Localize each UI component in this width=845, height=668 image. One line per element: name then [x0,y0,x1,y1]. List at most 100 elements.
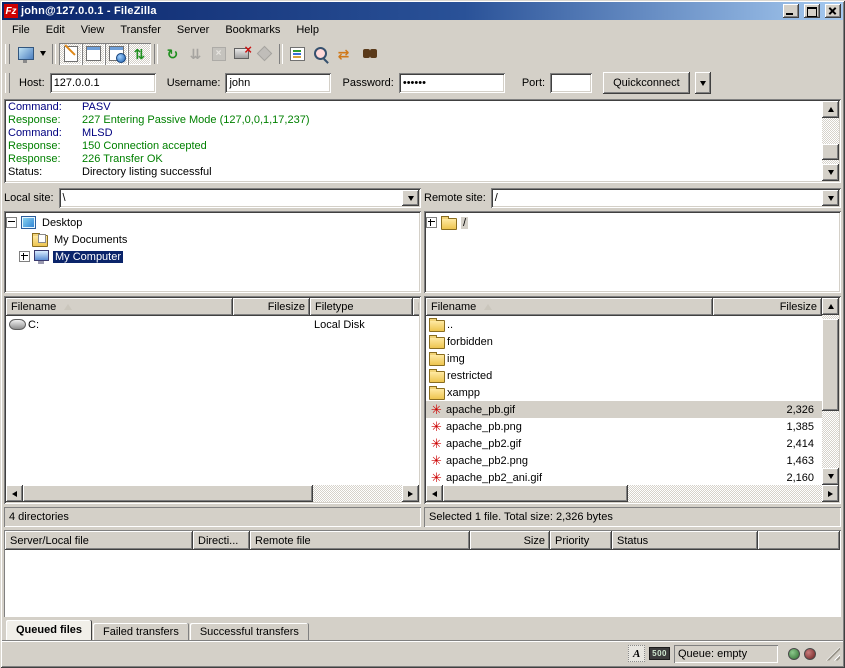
column-server-local-file[interactable]: Server/Local file [5,531,193,550]
tab-failed-transfers[interactable]: Failed transfers [93,623,189,640]
menu-file[interactable]: File [4,22,38,38]
menu-view[interactable]: View [73,22,113,38]
scroll-left-button[interactable] [426,485,443,502]
column-status[interactable]: Status [612,531,758,550]
expand-icon[interactable] [426,217,437,228]
maximize-button[interactable] [804,4,820,18]
scroll-right-button[interactable] [402,485,419,502]
scrollbar-thumb[interactable] [23,485,313,502]
column-filename[interactable]: Filename [6,298,233,316]
quickconnect-button[interactable]: Quickconnect [603,72,690,94]
disconnect-button[interactable]: × [230,43,253,65]
remote-site-combobox[interactable]: / [491,188,841,208]
local-horizontal-scrollbar[interactable] [6,485,419,502]
remote-file-row-selected[interactable]: ✳apache_pb.gif2,326 [426,401,822,418]
tree-item-desktop[interactable]: Desktop [6,214,419,231]
minimize-button[interactable] [783,4,799,18]
remote-file-row[interactable]: ✳apache_pb.png1,385 [426,418,822,435]
quickconnect-dropdown[interactable] [695,72,711,94]
scrollbar-thumb[interactable] [443,485,628,502]
menu-help[interactable]: Help [288,22,327,38]
username-input[interactable] [225,73,331,93]
process-queue-button[interactable]: ⇊ [184,43,207,65]
scrollbar-track[interactable] [822,315,839,468]
speed-limit-icon[interactable]: 500 [649,647,670,660]
column-size[interactable]: Size [470,531,550,550]
menu-bookmarks[interactable]: Bookmarks [217,22,288,38]
remote-file-row[interactable]: xampp [426,384,822,401]
scroll-left-button[interactable] [6,485,23,502]
host-input[interactable] [50,73,156,93]
remote-file-row[interactable]: forbidden [426,333,822,350]
collapse-icon[interactable] [6,217,17,228]
scroll-down-button[interactable] [822,468,839,485]
scrollbar-track[interactable] [822,118,839,164]
refresh-button[interactable]: ↻ [161,43,184,65]
scroll-right-button[interactable] [822,485,839,502]
resize-grip[interactable] [826,647,840,661]
column-last-modified[interactable]: L [413,298,419,316]
reconnect-button[interactable] [253,43,276,65]
remote-vertical-scrollbar[interactable] [822,298,839,485]
local-file-row[interactable]: C: Local Disk [6,316,419,333]
chevron-down-icon [408,196,414,201]
scroll-up-button[interactable] [822,298,839,315]
directory-comparison-button[interactable] [309,43,332,65]
tree-item-my-documents[interactable]: My Documents [6,231,419,248]
menu-server[interactable]: Server [169,22,217,38]
site-manager-button[interactable] [14,43,37,65]
remote-file-row[interactable]: img [426,350,822,367]
toolbar-grip[interactable] [5,44,10,64]
remote-file-list: Filename Filesize .. forbidden img restr… [424,296,841,504]
scroll-down-button[interactable] [822,164,839,181]
data-type-indicator-icon[interactable]: A [628,645,645,662]
site-manager-dropdown[interactable] [37,43,49,65]
toggle-queue-button[interactable]: ⇄ [128,43,151,65]
column-filesize[interactable]: Filesize [713,298,822,316]
scroll-up-button[interactable] [822,101,839,118]
close-button[interactable] [825,4,841,18]
column-remote-file[interactable]: Remote file [250,531,470,550]
remote-horizontal-scrollbar[interactable] [426,485,839,502]
local-site-dropdown[interactable] [402,190,419,206]
toggle-message-log-button[interactable] [59,43,82,65]
column-filesize[interactable]: Filesize [233,298,310,316]
remote-file-row[interactable]: ✳apache_pb2.gif2,414 [426,435,822,452]
find-files-button[interactable] [355,43,378,65]
scrollbar-track[interactable] [313,485,402,502]
remote-site-dropdown[interactable] [822,190,839,206]
tree-item-root[interactable]: / [426,214,839,231]
status-bar: A 500 Queue: empty [2,640,843,666]
queue-list-empty[interactable] [5,550,840,616]
scrollbar-track[interactable] [628,485,822,502]
remote-file-row[interactable]: ✳apache_pb2.png1,463 [426,452,822,469]
toggle-local-tree-button[interactable] [82,43,105,65]
arrow-up-icon [828,107,834,112]
desktop-icon [21,216,36,229]
activity-led-red-icon [804,648,816,660]
filter-button[interactable] [286,43,309,65]
toggle-remote-tree-button[interactable] [105,43,128,65]
port-input[interactable] [550,73,592,93]
column-filename[interactable]: Filename [426,298,713,316]
column-priority[interactable]: Priority [550,531,612,550]
column-direction[interactable]: Directi... [193,531,250,550]
quickbar-grip[interactable] [5,73,10,93]
synchronized-browsing-button[interactable]: ⇄ [332,43,355,65]
scrollbar-thumb[interactable] [822,144,839,160]
local-site-combobox[interactable]: \ [59,188,421,208]
scrollbar-thumb[interactable] [822,319,839,411]
expand-icon[interactable] [19,251,30,262]
menu-transfer[interactable]: Transfer [112,22,169,38]
log-vertical-scrollbar[interactable] [822,101,839,181]
password-input[interactable] [399,73,505,93]
remote-file-row[interactable]: ✳apache_pb2_ani.gif2,160 [426,469,822,485]
cancel-operation-button[interactable]: × [207,43,230,65]
menu-edit[interactable]: Edit [38,22,73,38]
tab-successful-transfers[interactable]: Successful transfers [190,623,309,640]
remote-file-row[interactable]: restricted [426,367,822,384]
tab-queued-files[interactable]: Queued files [6,620,92,640]
column-filetype[interactable]: Filetype [310,298,413,316]
remote-file-row[interactable]: .. [426,316,822,333]
tree-item-my-computer[interactable]: My Computer [6,248,419,265]
